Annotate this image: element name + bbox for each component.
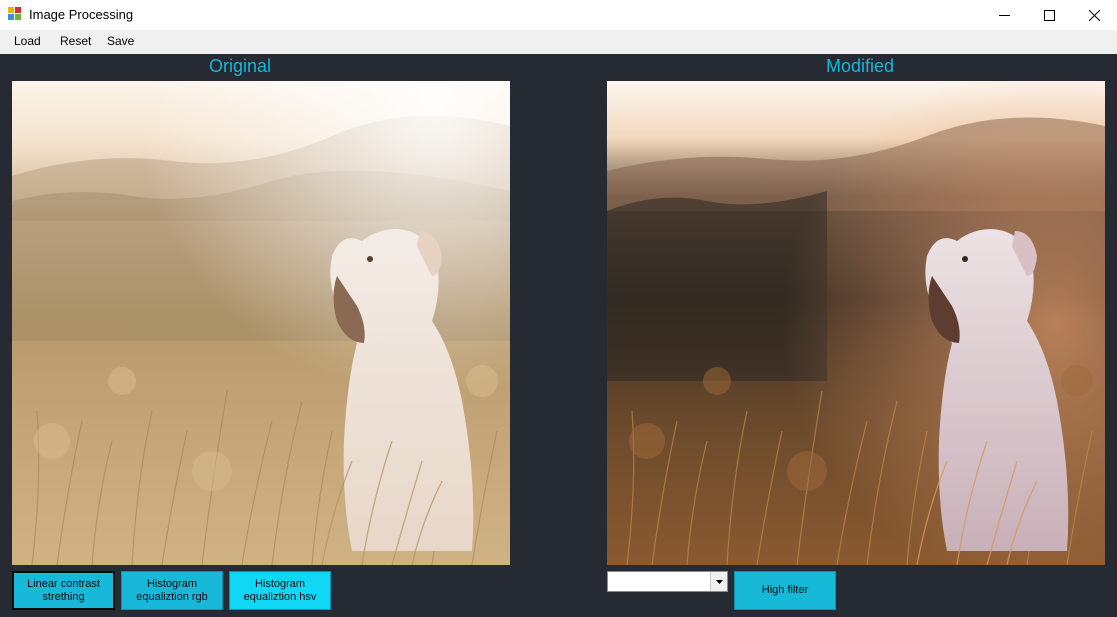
modified-title: Modified <box>826 56 895 76</box>
window-title: Image Processing <box>29 7 134 22</box>
original-image <box>12 81 510 565</box>
menu-bar: Load Reset Save <box>0 30 1117 54</box>
main-panel: Original Modified Linear contrast streth… <box>0 54 1117 617</box>
close-icon <box>1088 9 1100 21</box>
menu-reset[interactable]: Reset <box>60 34 91 48</box>
modified-image <box>607 81 1105 565</box>
chevron-down-icon[interactable] <box>710 572 727 591</box>
title-bar: Image Processing <box>0 0 1117 30</box>
linear-contrast-button[interactable]: Linear contrast strething <box>12 571 115 610</box>
minimize-icon <box>998 14 1010 16</box>
app-icon <box>8 7 22 21</box>
original-title: Original <box>209 56 272 76</box>
high-filter-button[interactable]: High filter <box>734 571 836 610</box>
menu-save[interactable]: Save <box>107 34 134 48</box>
minimize-button[interactable] <box>981 0 1027 30</box>
menu-load[interactable]: Load <box>14 34 41 48</box>
close-button[interactable] <box>1071 0 1117 30</box>
filter-select[interactable] <box>607 571 728 592</box>
histogram-hsv-button[interactable]: Histogram equaliztion hsv <box>229 571 331 610</box>
histogram-rgb-button[interactable]: Histogram equaliztion rgb <box>121 571 223 610</box>
maximize-button[interactable] <box>1026 0 1072 30</box>
maximize-icon <box>1043 9 1055 21</box>
